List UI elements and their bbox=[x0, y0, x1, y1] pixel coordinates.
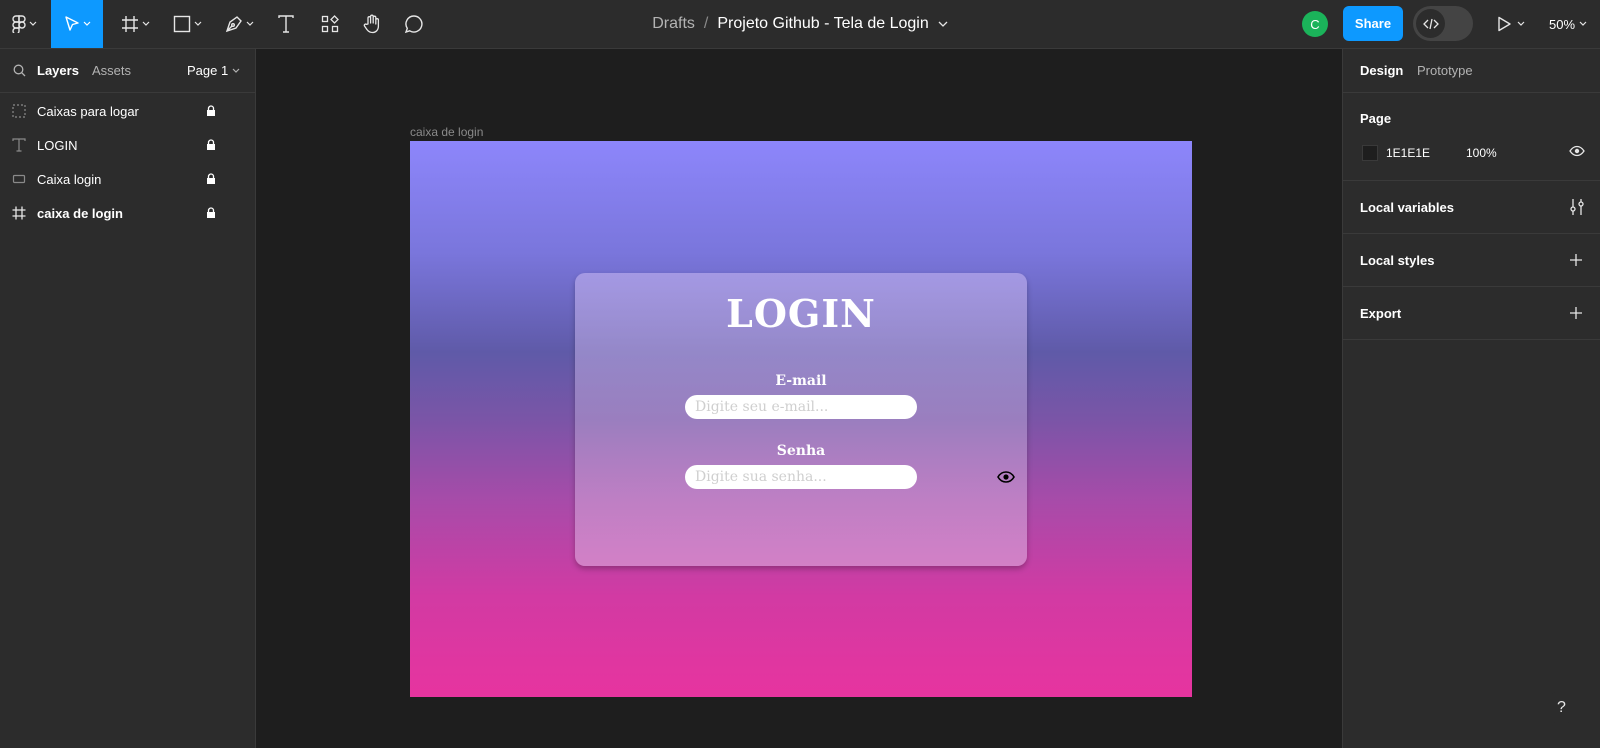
comment-tool-button[interactable] bbox=[399, 0, 429, 48]
breadcrumb: Drafts / Projeto Github - Tela de Login bbox=[600, 0, 1000, 48]
figma-menu-button[interactable] bbox=[4, 0, 44, 48]
lock-icon[interactable] bbox=[206, 207, 216, 219]
password-field[interactable]: Digite sua senha... bbox=[685, 465, 1015, 489]
present-button[interactable] bbox=[1497, 0, 1525, 48]
layer-row[interactable]: Caixas para logar bbox=[0, 94, 255, 128]
chevron-down-icon bbox=[142, 21, 149, 26]
export-title: Export bbox=[1360, 306, 1402, 321]
rectangle-tool-button[interactable] bbox=[167, 0, 207, 48]
design-panel: Design Prototype Page 1E1E1E 100% Local … bbox=[1342, 49, 1600, 748]
layer-row[interactable]: caixa de login bbox=[0, 196, 255, 230]
top-toolbar: Drafts / Projeto Github - Tela de Login … bbox=[0, 0, 1600, 49]
chevron-down-icon bbox=[1517, 21, 1525, 26]
dev-mode-toggle[interactable] bbox=[1413, 6, 1473, 41]
text-layer-icon bbox=[12, 138, 26, 152]
pen-tool-icon bbox=[225, 16, 242, 33]
chevron-down-icon bbox=[194, 21, 201, 26]
chevron-down-icon[interactable] bbox=[938, 21, 948, 28]
search-icon[interactable] bbox=[13, 64, 26, 77]
move-tool-icon bbox=[64, 16, 79, 31]
page-section: Page 1E1E1E 100% bbox=[1343, 93, 1600, 181]
visibility-icon[interactable] bbox=[1569, 145, 1585, 157]
tab-layers[interactable]: Layers bbox=[37, 63, 79, 78]
layer-name: LOGIN bbox=[37, 137, 78, 153]
email-label: E-mail bbox=[775, 373, 827, 389]
layer-name: Caixas para logar bbox=[37, 103, 139, 119]
chevron-down-icon bbox=[246, 21, 253, 26]
dev-mode-icon bbox=[1422, 18, 1439, 29]
variables-settings-icon[interactable] bbox=[1569, 198, 1585, 216]
hand-tool-icon bbox=[363, 14, 380, 34]
move-tool-button[interactable] bbox=[51, 0, 103, 48]
page-section-title: Page bbox=[1360, 111, 1392, 126]
page-selector-label: Page 1 bbox=[187, 63, 229, 78]
zoom-dropdown[interactable]: 50% bbox=[1549, 0, 1587, 48]
layer-row[interactable]: Caixa login bbox=[0, 162, 255, 196]
figma-menu-icon bbox=[11, 15, 26, 33]
resources-icon bbox=[321, 15, 339, 33]
layers-panel: Layers Assets Page 1 Caixas para logar L… bbox=[0, 49, 256, 748]
local-variables-title: Local variables bbox=[1360, 200, 1454, 215]
left-panel-tabs: Layers Assets Page 1 bbox=[0, 49, 255, 93]
frame-tool-icon bbox=[121, 16, 138, 32]
lock-icon[interactable] bbox=[206, 105, 216, 117]
frame-layer-icon bbox=[12, 206, 26, 220]
add-icon[interactable] bbox=[1569, 253, 1583, 267]
email-field[interactable]: Digite seu e-mail... bbox=[685, 395, 917, 419]
resources-button[interactable] bbox=[315, 0, 345, 48]
comment-icon bbox=[404, 15, 423, 34]
export-section: Export bbox=[1343, 287, 1600, 340]
local-styles-title: Local styles bbox=[1360, 253, 1435, 268]
lock-icon[interactable] bbox=[206, 173, 216, 185]
zoom-level: 50% bbox=[1549, 16, 1576, 32]
add-icon[interactable] bbox=[1569, 306, 1583, 320]
frame-label[interactable]: caixa de login bbox=[410, 125, 483, 139]
page-color-opacity[interactable]: 100% bbox=[1466, 146, 1497, 160]
email-placeholder: Digite seu e-mail... bbox=[695, 399, 829, 415]
frame-tool-button[interactable] bbox=[115, 0, 155, 48]
layer-row[interactable]: LOGIN bbox=[0, 128, 255, 162]
breadcrumb-separator: / bbox=[703, 15, 709, 32]
hand-tool-button[interactable] bbox=[357, 0, 387, 48]
login-frame[interactable]: LOGIN E-mail Digite seu e-mail... Senha … bbox=[410, 141, 1192, 697]
password-label: Senha bbox=[776, 443, 826, 459]
help-button[interactable]: ? bbox=[1545, 691, 1578, 724]
rectangle-layer-icon bbox=[12, 174, 26, 184]
local-variables-section: Local variables bbox=[1343, 181, 1600, 234]
layer-name: Caixa login bbox=[37, 171, 102, 187]
group-icon bbox=[12, 104, 26, 118]
chevron-down-icon bbox=[232, 68, 240, 73]
text-tool-button[interactable] bbox=[271, 0, 301, 48]
dev-mode-knob bbox=[1416, 9, 1445, 38]
login-card[interactable]: LOGIN E-mail Digite seu e-mail... Senha … bbox=[575, 273, 1027, 566]
present-icon bbox=[1498, 16, 1511, 32]
breadcrumb-drafts[interactable]: Drafts bbox=[652, 15, 695, 33]
rectangle-tool-icon bbox=[173, 15, 190, 33]
share-button[interactable]: Share bbox=[1343, 6, 1403, 41]
pen-tool-button[interactable] bbox=[219, 0, 259, 48]
layer-name: caixa de login bbox=[37, 205, 123, 221]
chevron-down-icon bbox=[29, 21, 36, 26]
tab-assets[interactable]: Assets bbox=[92, 63, 131, 78]
chevron-down-icon bbox=[83, 21, 90, 26]
right-panel-tabs: Design Prototype bbox=[1343, 49, 1600, 93]
page-selector[interactable]: Page 1 bbox=[187, 63, 240, 78]
tab-design[interactable]: Design bbox=[1360, 63, 1403, 78]
login-title: LOGIN bbox=[726, 291, 876, 336]
password-placeholder: Digite sua senha... bbox=[695, 469, 827, 485]
eye-icon[interactable] bbox=[997, 471, 1015, 483]
text-tool-icon bbox=[278, 15, 294, 33]
tab-prototype[interactable]: Prototype bbox=[1417, 63, 1473, 78]
file-name[interactable]: Projeto Github - Tela de Login bbox=[717, 15, 928, 33]
user-avatar[interactable]: C bbox=[1302, 11, 1328, 37]
lock-icon[interactable] bbox=[206, 139, 216, 151]
page-color-hex[interactable]: 1E1E1E bbox=[1386, 146, 1430, 160]
local-styles-section: Local styles bbox=[1343, 234, 1600, 287]
chevron-down-icon bbox=[1579, 21, 1587, 26]
page-color-swatch[interactable] bbox=[1362, 145, 1378, 161]
